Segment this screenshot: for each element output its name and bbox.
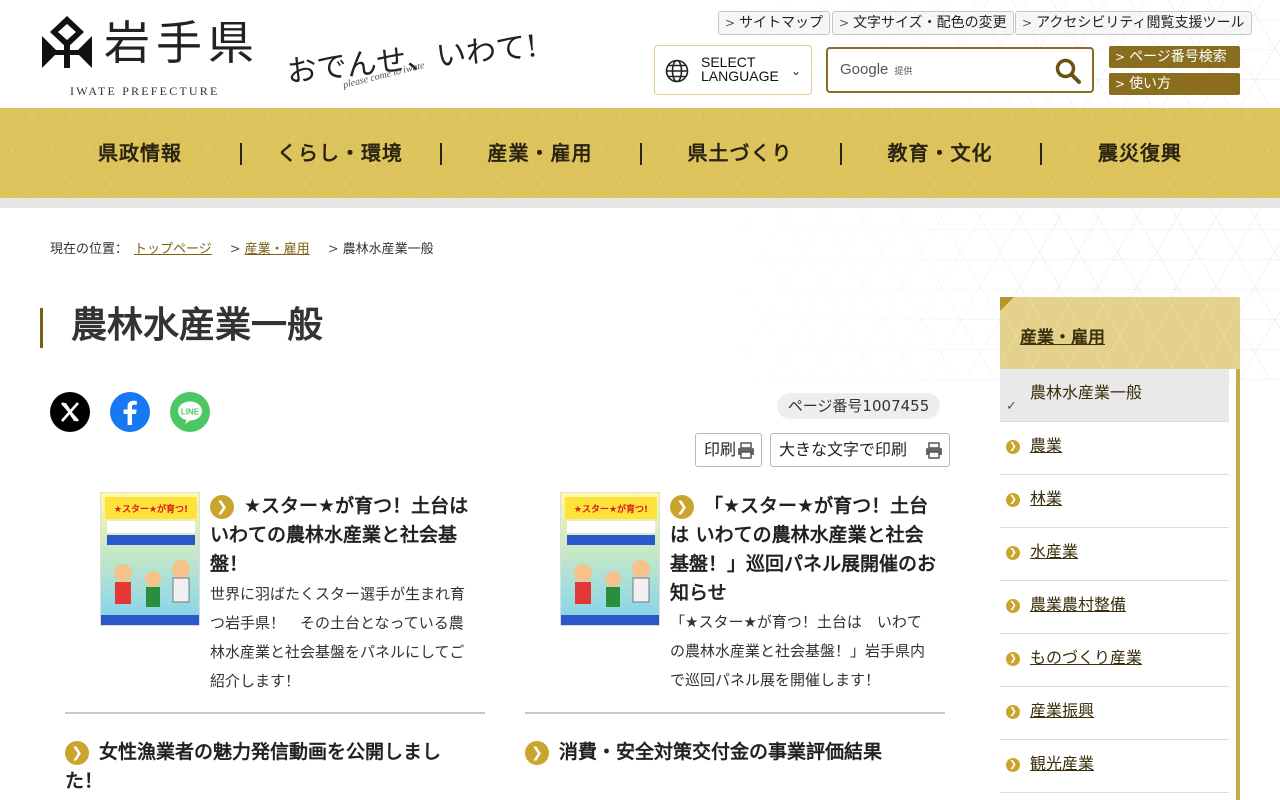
page-number-badge: ページ番号1007455 — [777, 393, 940, 419]
language-selector[interactable]: SELECT LANGUAGE ⌄ — [654, 45, 812, 95]
arrow-right-icon: ❯ — [670, 494, 694, 519]
chevron-right-icon: > — [725, 16, 736, 30]
sidebar-item[interactable]: ❯ ものづくり産業 — [1000, 634, 1229, 687]
sidebar-item-current[interactable]: ✓ 農林水産業一般 — [1000, 369, 1229, 422]
page-title: 農林水産業一般 — [71, 305, 324, 346]
page-title-block: 農林水産業一般 — [40, 305, 324, 348]
arrow-right-icon: ❯ — [210, 494, 234, 519]
svg-text:★スター★が育つ!: ★スター★が育つ! — [114, 503, 188, 515]
chevron-right-icon: > — [1115, 77, 1126, 91]
arrow-right-icon: ❯ — [1006, 493, 1020, 507]
google-brand: Google 提供 — [840, 61, 913, 78]
text-size-color-link[interactable]: > 文字サイズ・配色の変更 — [832, 11, 1014, 35]
sidebar-item[interactable]: ❯ 産業振興 — [1000, 687, 1229, 740]
sitemap-link[interactable]: > サイトマップ — [718, 11, 831, 35]
corner-decoration — [1000, 297, 1014, 311]
search-icon[interactable] — [1054, 57, 1082, 85]
page-number-search-button[interactable]: > ページ番号検索 — [1109, 46, 1240, 68]
chevron-right-icon: > — [839, 16, 850, 30]
global-nav: 県政情報 くらし・環境 産業・雇用 県土づくり 教育・文化 震災復興 — [0, 108, 1280, 198]
site-search: Google 提供 — [826, 47, 1094, 93]
sidebar-item[interactable]: ❯ 農業 — [1000, 422, 1229, 475]
slogan-text: おでんせ、いわて! — [285, 28, 540, 91]
logo-title: 岩手県 — [104, 16, 260, 70]
nav-item-land-development[interactable]: 県土づくり — [640, 108, 840, 198]
printer-icon — [738, 442, 754, 459]
breadcrumb-separator: > — [229, 242, 241, 257]
sidebar-item[interactable]: ❯ 農業農村整備 — [1000, 581, 1229, 634]
nav-item-disaster-recovery[interactable]: 震災復興 — [1040, 108, 1240, 198]
arrow-right-icon: ❯ — [525, 740, 549, 765]
line-share-icon[interactable]: LINE — [170, 392, 210, 432]
nav-item-life-environment[interactable]: くらし・環境 — [240, 108, 440, 198]
language-label: SELECT LANGUAGE — [701, 54, 779, 84]
breadcrumb-separator: > — [327, 242, 339, 257]
card-title[interactable]: ❯ 「★スター★が育つ！土台は いわての農林水産業と社会基盤！」巡回パネル展開催の… — [670, 492, 940, 608]
nav-item-prefectural-info[interactable]: 県政情報 — [40, 108, 240, 198]
arrow-right-icon: ❯ — [1006, 758, 1020, 772]
sidebar-accent-line — [1236, 369, 1240, 800]
svg-text:LINE: LINE — [181, 408, 200, 417]
print-large-button[interactable]: 大きな文字で印刷 — [770, 433, 950, 467]
chevron-down-icon: ⌄ — [791, 64, 802, 78]
arrow-right-icon: ❯ — [1006, 705, 1020, 719]
arrow-right-icon: ❯ — [1006, 546, 1020, 560]
nav-item-education-culture[interactable]: 教育・文化 — [840, 108, 1040, 198]
nav-item-industry-employment[interactable]: 産業・雇用 — [440, 108, 640, 198]
card-divider — [525, 712, 945, 714]
breadcrumb-link-top[interactable]: トップページ — [134, 242, 212, 257]
arrow-right-icon: ❯ — [1006, 652, 1020, 666]
breadcrumb-link-industry[interactable]: 産業・雇用 — [245, 242, 310, 257]
chevron-right-icon: > — [1115, 50, 1126, 64]
sidebar-heading[interactable]: 産業・雇用 — [1000, 297, 1240, 369]
chevron-right-icon: > — [1022, 16, 1033, 30]
link-item[interactable]: ❯ 女性漁業者の魅力発信動画を公開しました！ — [65, 738, 465, 796]
accessibility-tool-link[interactable]: > アクセシビリティ閲覧支援ツール — [1015, 11, 1252, 35]
slogan: おでんせ、いわて! please come to iwate — [285, 14, 539, 91]
breadcrumb-prefix: 現在の位置： — [50, 242, 129, 257]
card-description: 「★スター★が育つ！土台は いわての農林水産業と社会基盤！」岩手県内で巡回パネル… — [670, 613, 926, 689]
sidebar-item[interactable]: ❯ 水産業 — [1000, 528, 1229, 581]
how-to-use-button[interactable]: > 使い方 — [1109, 73, 1240, 95]
printer-icon — [926, 442, 942, 459]
arrow-right-icon: ❯ — [65, 740, 89, 765]
x-share-icon[interactable] — [50, 392, 90, 432]
svg-text:★スター★が育つ!: ★スター★が育つ! — [574, 503, 648, 515]
sidebar-item[interactable]: ❯ 観光産業 — [1000, 740, 1229, 793]
logo-subtitle: IWATE PREFECTURE — [70, 84, 220, 98]
site-logo[interactable]: 岩手県 IWATE PREFECTURE — [40, 10, 270, 102]
nav-shadow-band — [0, 198, 1280, 208]
link-item[interactable]: ❯ 消費・安全対策交付金の事業評価結果 — [525, 738, 925, 767]
search-input[interactable] — [928, 57, 1048, 83]
card-description: 世界に羽ばたくスター選手が生まれ育つ岩手県！ その土台となっている農林水産業と社… — [210, 585, 466, 690]
poster-thumbnail[interactable]: ★スター★が育つ! — [560, 492, 660, 626]
print-button[interactable]: 印刷 — [695, 433, 762, 467]
breadcrumb-current: 農林水産業一般 — [342, 242, 434, 257]
breadcrumb: 現在の位置： トップページ > 産業・雇用 > 農林水産業一般 — [50, 238, 434, 257]
poster-thumbnail[interactable]: ★スター★が育つ! — [100, 492, 200, 626]
sidebar: 産業・雇用 ✓ 農林水産業一般 ❯ 農業 ❯ 林業 ❯ 水産業 ❯ 農業農村整備 ❯ ものづ… — [1000, 297, 1240, 800]
sidebar-item[interactable]: ❯ 林業 — [1000, 475, 1229, 528]
arrow-right-icon: ❯ — [1006, 440, 1020, 454]
globe-icon — [665, 59, 689, 83]
facebook-share-icon[interactable] — [110, 392, 150, 432]
card-divider — [65, 712, 485, 714]
arrow-right-icon: ❯ — [1006, 599, 1020, 613]
prefecture-emblem-icon — [42, 16, 92, 68]
card-title[interactable]: ❯ ★スター★が育つ！土台は いわての農林水産業と社会基盤！ — [210, 492, 470, 579]
